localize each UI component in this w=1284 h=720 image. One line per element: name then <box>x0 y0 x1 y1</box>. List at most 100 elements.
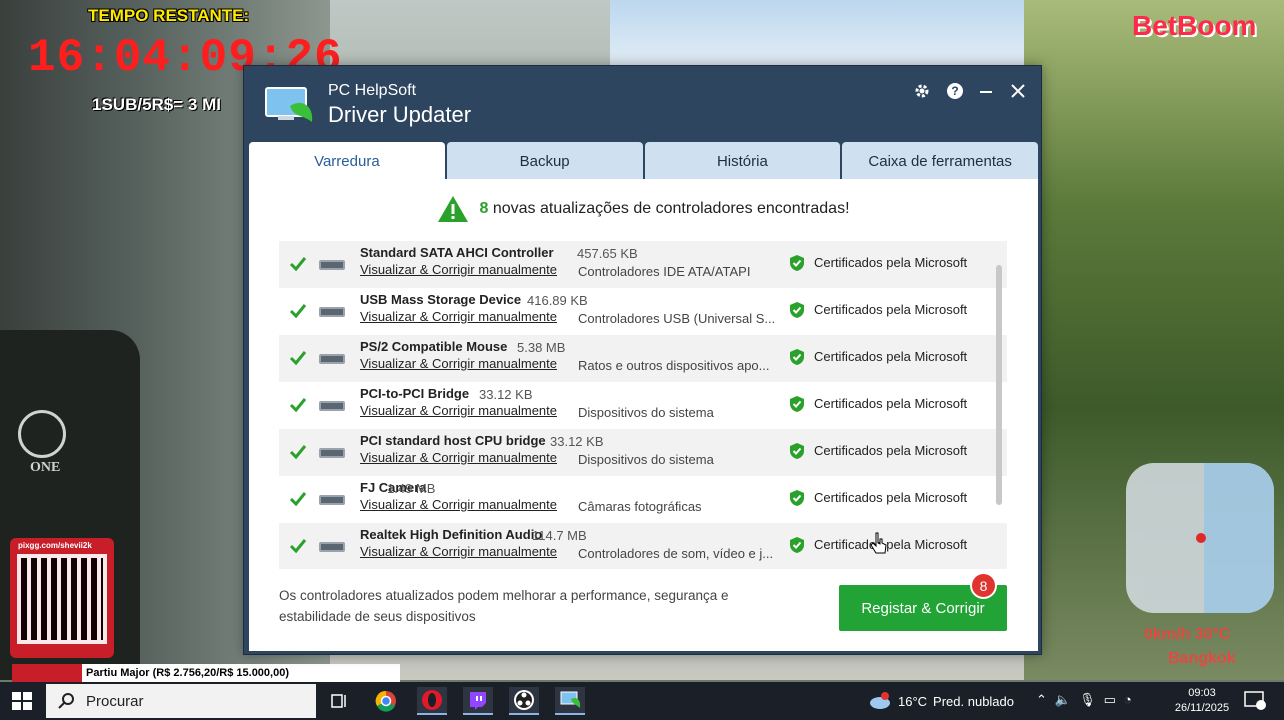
shield-check-icon <box>790 443 804 459</box>
list-scrollbar[interactable] <box>996 265 1002 505</box>
wifi-icon[interactable]: ◔ <box>1124 692 1132 708</box>
driver-name: Realtek High Definition Audio <box>360 527 543 542</box>
manual-fix-link[interactable]: Visualizar & Corrigir manualmente <box>360 309 557 324</box>
driver-size: 1.49 MB <box>387 481 436 496</box>
taskbar-opera[interactable] <box>417 687 447 715</box>
taskbar-obs[interactable] <box>509 687 539 715</box>
headline-text: novas atualizações de controladores enco… <box>492 200 850 217</box>
clock[interactable]: 09:03 26/11/2025 <box>1172 686 1232 716</box>
task-view-icon <box>331 694 346 708</box>
battery-icon[interactable]: ▭ <box>1104 692 1116 708</box>
certified-label: Certificados pela Microsoft <box>814 490 968 505</box>
minimize-icon <box>980 91 992 93</box>
taskbar: Procurar 3 16°C Pred. nublado ⌃ 🔈 🎙 ▭ ◔ … <box>0 682 1284 720</box>
driver-row[interactable]: PCI standard host CPU bridge 33.12 KB Vi… <box>279 429 1007 476</box>
bottle-logo-icon <box>18 410 66 458</box>
shield-check-icon <box>790 396 804 412</box>
search-icon <box>58 693 74 709</box>
driver-row[interactable]: USB Mass Storage Device 416.89 KB Visual… <box>279 288 1007 335</box>
manual-fix-link[interactable]: Visualizar & Corrigir manualmente <box>360 497 557 512</box>
driver-name: USB Mass Storage Device <box>360 292 522 307</box>
controller-icon <box>319 260 345 270</box>
checkbox-icon[interactable] <box>289 302 307 320</box>
system-tray: ⌃ 🔈 🎙 ▭ ◔ <box>1036 692 1132 708</box>
checkbox-icon[interactable] <box>289 443 307 461</box>
tab-caixa-de-ferramentas[interactable]: Caixa de ferramentas <box>842 142 1038 180</box>
driver-row[interactable]: Standard SATA AHCI Controller 457.65 KB … <box>279 241 1007 288</box>
title-bar[interactable]: PC HelpSoft Driver Updater ? <box>244 66 1041 142</box>
driver-row[interactable]: Realtek High Definition Audio 114.7 MB V… <box>279 523 1007 569</box>
speaker-icon[interactable]: 🔈 <box>1055 692 1071 708</box>
location-dot-icon <box>1196 533 1206 543</box>
shield-check-icon <box>790 302 804 318</box>
manual-fix-link[interactable]: Visualizar & Corrigir manualmente <box>360 450 557 465</box>
temperature: 16°C <box>898 693 928 709</box>
certified-label: Certificados pela Microsoft <box>814 396 968 411</box>
settings-button[interactable] <box>908 78 936 104</box>
manual-fix-link[interactable]: Visualizar & Corrigir manualmente <box>360 356 557 371</box>
obs-icon <box>514 690 534 710</box>
manual-fix-link[interactable]: Visualizar & Corrigir manualmente <box>360 403 557 418</box>
update-count-badge: 8 <box>970 572 997 599</box>
mouse-cursor-icon <box>870 532 887 554</box>
shield-check-icon <box>790 255 804 271</box>
minimize-button[interactable] <box>972 78 1000 104</box>
tab-bar: Varredura Backup História Caixa de ferra… <box>249 142 1038 180</box>
checkbox-icon[interactable] <box>289 396 307 414</box>
clock-date: 26/11/2025 <box>1174 702 1230 714</box>
sky <box>610 0 1030 70</box>
checkbox-icon[interactable] <box>289 537 307 555</box>
driver-row[interactable]: PS/2 Compatible Mouse 5.38 MB Visualizar… <box>279 335 1007 382</box>
certified-label: Certificados pela Microsoft <box>814 443 968 458</box>
driver-row[interactable]: FJ Camera 1.49 MB Visualizar & Corrigir … <box>279 476 1007 523</box>
taskbar-chrome[interactable] <box>371 687 401 715</box>
certified-label: Certificados pela Microsoft <box>814 302 968 317</box>
driver-category: Controladores USB (Universal S... <box>578 311 775 326</box>
cloud-icon <box>870 692 890 709</box>
certified-label: Certificados pela Microsoft <box>814 255 968 270</box>
chevron-up-icon[interactable]: ⌃ <box>1036 692 1047 708</box>
manual-fix-link[interactable]: Visualizar & Corrigir manualmente <box>360 544 557 559</box>
warning-icon <box>438 196 469 222</box>
taskbar-twitch[interactable] <box>463 687 493 715</box>
sub-rate-text: 1SUB/5R$= 3 MI <box>92 95 221 114</box>
task-view-button[interactable] <box>324 687 354 715</box>
driver-size: 416.89 KB <box>527 293 588 308</box>
windows-start-icon[interactable] <box>8 690 36 712</box>
usb-drive-icon <box>319 307 345 317</box>
weather-widget[interactable]: 3 16°C Pred. nublado <box>868 692 1014 710</box>
taskbar-driver-updater[interactable] <box>555 687 585 715</box>
checkbox-icon[interactable] <box>289 490 307 508</box>
tab-backup[interactable]: Backup <box>446 142 643 180</box>
driver-size: 457.65 KB <box>577 246 638 261</box>
help-button[interactable]: ? <box>941 78 969 104</box>
tab-historia[interactable]: História <box>644 142 841 180</box>
driver-category: Câmaras fotográficas <box>578 499 702 514</box>
scan-headline: 8 novas atualizações de controladores en… <box>249 195 1038 223</box>
driver-size: 5.38 MB <box>517 340 566 355</box>
checkbox-icon[interactable] <box>289 255 307 273</box>
taskbar-search[interactable]: Procurar <box>46 684 316 718</box>
shield-check-icon <box>790 537 804 553</box>
app-vendor: PC HelpSoft <box>328 82 417 99</box>
qr-code-icon <box>17 554 107 644</box>
manual-fix-link[interactable]: Visualizar & Corrigir manualmente <box>360 262 557 277</box>
driver-name: PS/2 Compatible Mouse <box>360 339 508 354</box>
checkbox-icon[interactable] <box>289 349 307 367</box>
minimap <box>1126 463 1274 613</box>
notification-icon <box>1244 691 1266 710</box>
computer-icon <box>319 401 345 411</box>
notifications-button[interactable] <box>1244 690 1266 715</box>
driver-updater-icon <box>560 691 581 708</box>
help-icon: ? <box>947 83 963 99</box>
close-button[interactable] <box>1004 78 1032 104</box>
ticker-accent <box>12 664 82 683</box>
webcam-icon <box>319 495 345 505</box>
bottle-brand: ONE <box>30 460 61 475</box>
computer-icon <box>319 448 345 458</box>
update-count: 8 <box>479 200 489 217</box>
tab-varredura[interactable]: Varredura <box>249 142 445 180</box>
driver-row[interactable]: PCI-to-PCI Bridge 33.12 KB Visualizar & … <box>279 382 1007 429</box>
opera-icon <box>422 690 442 710</box>
microphone-icon[interactable]: 🎙 <box>1079 692 1096 708</box>
